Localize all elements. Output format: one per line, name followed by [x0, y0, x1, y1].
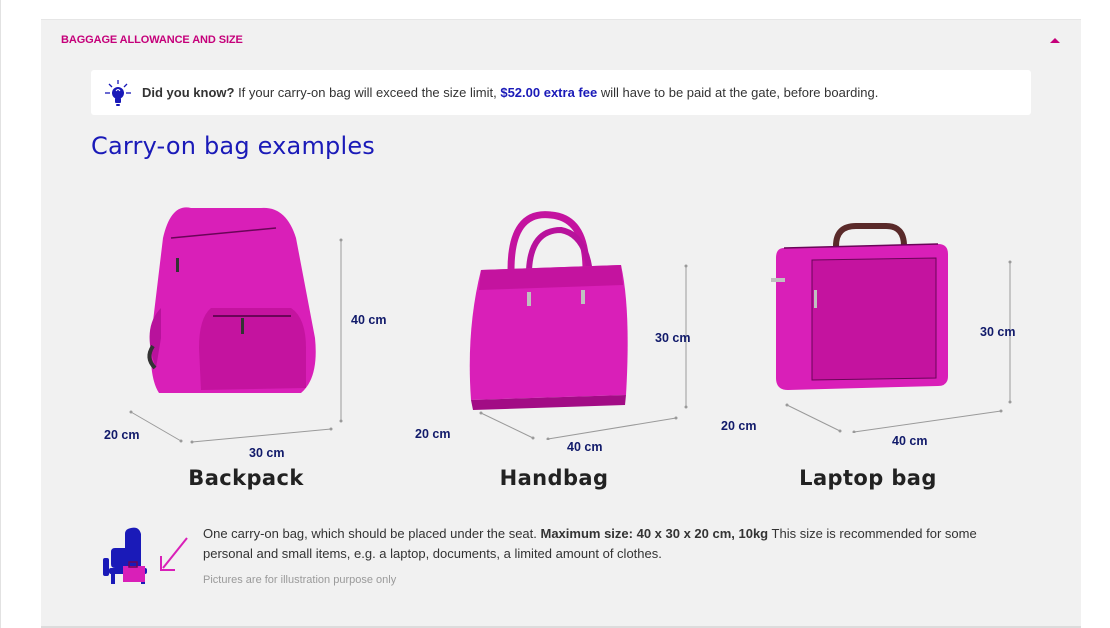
handbag-height-label: 30 cm	[655, 331, 691, 345]
illustration-disclaimer: Pictures are for illustration purpose on…	[203, 574, 397, 586]
handbag-label: Handbag	[499, 466, 609, 490]
carry-on-description: One carry-on bag, which should be placed…	[203, 524, 993, 564]
carry-on-examples-title: Carry-on bag examples	[91, 132, 375, 160]
backpack-height-label: 40 cm	[351, 313, 387, 327]
handbag-depth-label: 20 cm	[415, 427, 451, 441]
handbag-image	[469, 211, 688, 440]
did-you-know-text: Did you know? If your carry-on bag will …	[142, 85, 878, 100]
laptop-bag-depth-label: 20 cm	[721, 419, 757, 433]
extra-fee-amount: $52.00 extra fee	[500, 85, 598, 100]
baggage-accordion-panel: BAGGAGE ALLOWANCE AND SIZE Did you know?…	[41, 19, 1081, 628]
maximum-size: Maximum size: 40 x 30 x 20 cm, 10kg	[540, 526, 769, 541]
lightbulb-icon	[105, 79, 131, 106]
handbag-width-label: 40 cm	[567, 440, 603, 454]
backpack-illustration: 40 cm 30 cm 20 cm	[101, 198, 421, 460]
accordion-title[interactable]: BAGGAGE ALLOWANCE AND SIZE	[61, 34, 243, 46]
did-you-know-lead: Did you know?	[142, 85, 235, 100]
carry-on-info: One carry-on bag, which should be placed…	[101, 524, 1001, 594]
backpack-label: Backpack	[188, 466, 304, 490]
laptop-bag-illustration: 30 cm 40 cm 20 cm	[716, 218, 1036, 448]
page-left-border	[0, 0, 1, 628]
tip-text-before: If your carry-on bag will exceed the siz…	[234, 85, 501, 100]
info-text-before: One carry-on bag, which should be placed…	[203, 526, 541, 541]
laptop-bag-label: Laptop bag	[799, 466, 937, 490]
caret-up-icon[interactable]	[1050, 37, 1060, 43]
laptop-bag-height-label: 30 cm	[980, 325, 1016, 339]
did-you-know-banner: Did you know? If your carry-on bag will …	[91, 70, 1031, 115]
handbag-illustration: 30 cm 40 cm 20 cm	[411, 210, 711, 454]
seat-with-bag-icon	[103, 527, 188, 584]
accordion-header[interactable]: BAGGAGE ALLOWANCE AND SIZE	[61, 32, 1061, 48]
backpack-width-label: 30 cm	[249, 446, 285, 460]
tip-text-after: will have to be paid at the gate, before…	[597, 85, 879, 100]
laptop-bag-width-label: 40 cm	[892, 434, 928, 448]
backpack-depth-label: 20 cm	[104, 428, 140, 442]
